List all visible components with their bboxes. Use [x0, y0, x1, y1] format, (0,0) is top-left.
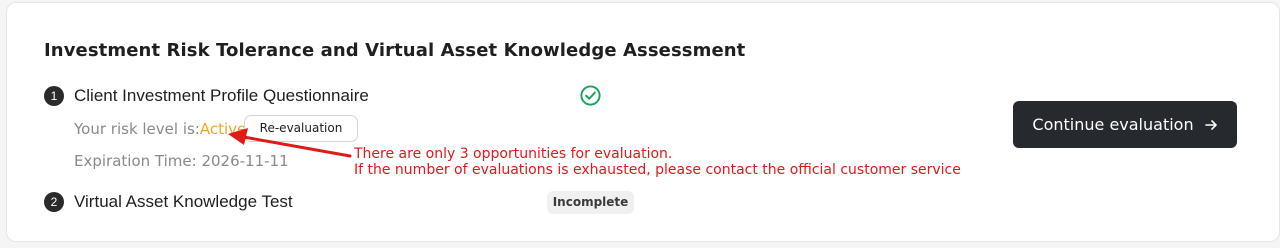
step-2-label: Virtual Asset Knowledge Test: [74, 192, 293, 211]
annotation-line-1: There are only 3 opportunities for evalu…: [354, 146, 673, 162]
expiration-prefix: Expiration Time:: [74, 152, 202, 170]
re-evaluation-button[interactable]: Re-evaluation: [244, 115, 358, 142]
expiration-line: Expiration Time: 2026-11-11: [74, 152, 289, 170]
continue-evaluation-label: Continue evaluation: [1032, 115, 1194, 134]
step-1-label: Client Investment Profile Questionnaire: [74, 86, 369, 105]
status-badge: Incomplete: [547, 191, 634, 214]
card-title: Investment Risk Tolerance and Virtual As…: [44, 40, 746, 61]
check-circle-icon: [580, 85, 601, 106]
expiration-date: 2026-11-11: [201, 152, 289, 170]
risk-level-prefix: Your risk level is:: [74, 120, 200, 138]
continue-evaluation-button[interactable]: Continue evaluation: [1013, 101, 1237, 148]
risk-level-value: Active: [199, 120, 247, 138]
step-1-number: 1: [44, 86, 64, 106]
arrow-right-icon: [1204, 119, 1217, 130]
step-2-number: 2: [44, 192, 64, 212]
annotation-line-2: If the number of evaluations is exhauste…: [354, 162, 961, 178]
risk-level-line: Your risk level is:Active: [74, 120, 246, 138]
